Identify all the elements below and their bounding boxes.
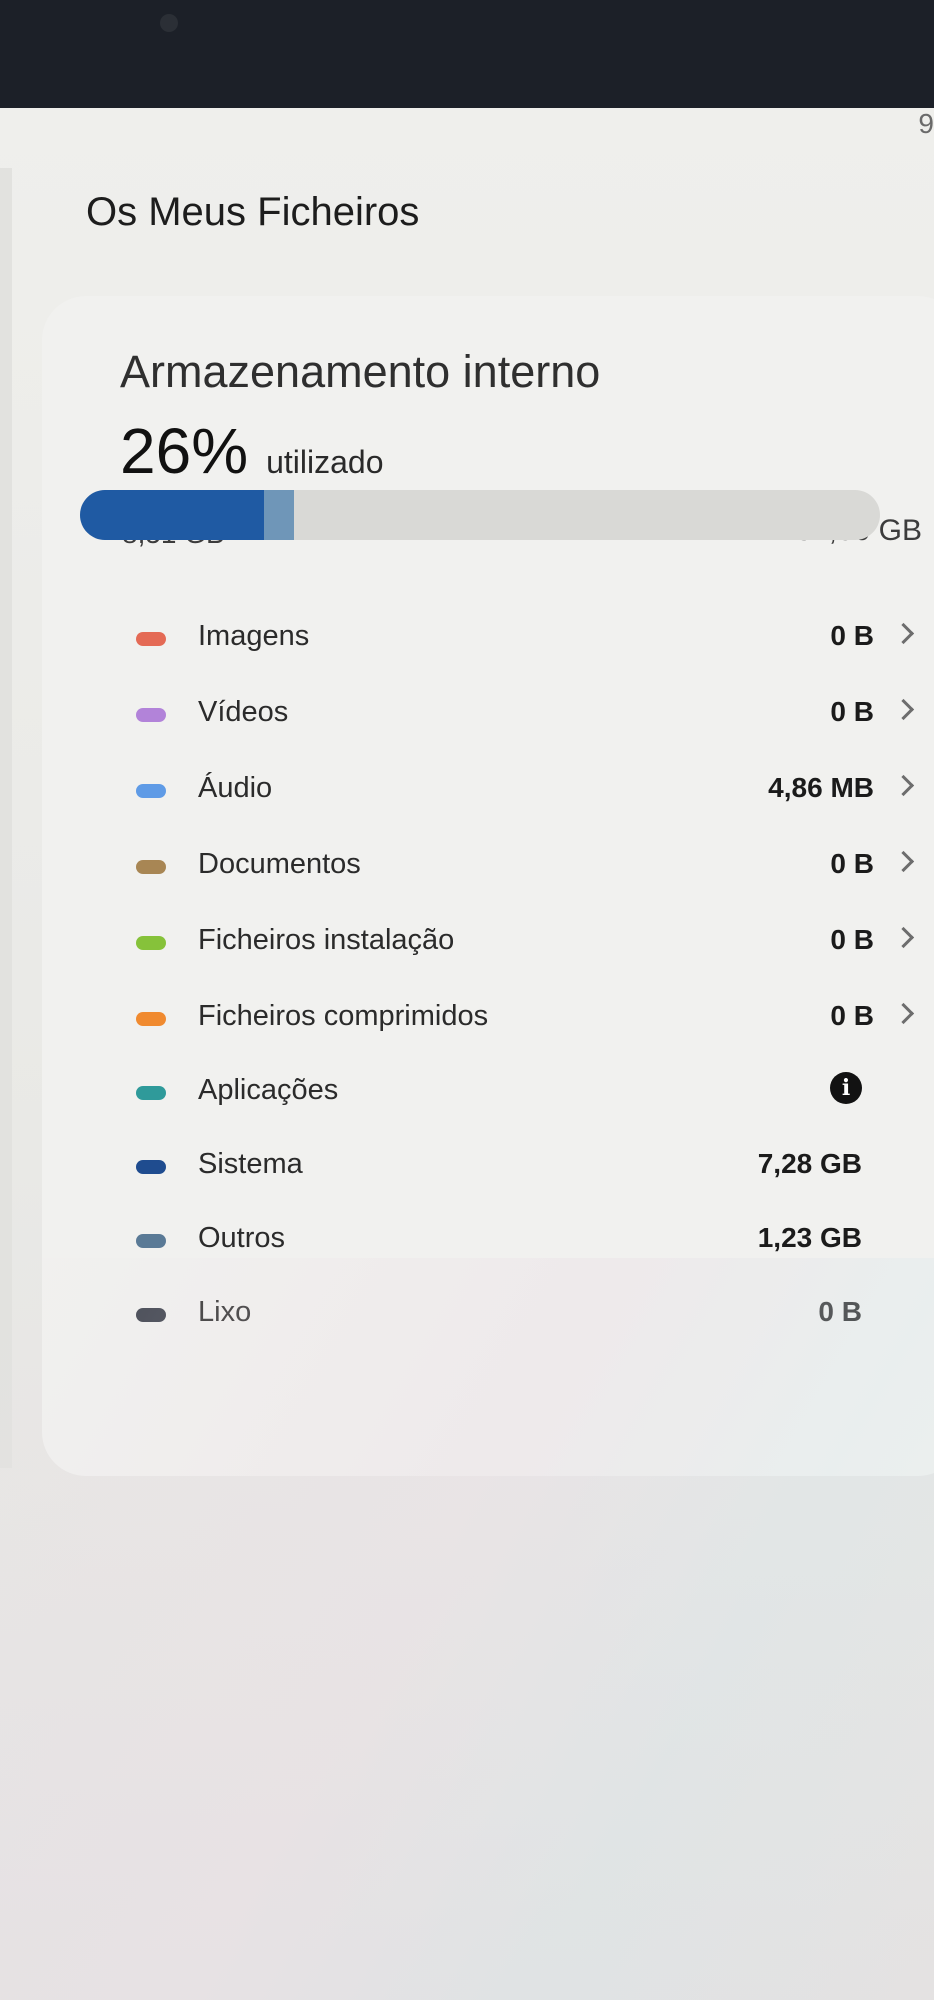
category-size: 0 B xyxy=(830,620,874,651)
category-row-outros[interactable]: Outros 1,23 GB xyxy=(0,1210,934,1270)
category-color-dot xyxy=(136,860,166,874)
category-label: Outros xyxy=(198,1222,286,1254)
storage-title: Armazenamento interno xyxy=(120,346,601,397)
category-label: Aplicações xyxy=(198,1074,339,1106)
category-color-dot xyxy=(136,708,166,722)
category-row-documentos[interactable]: Documentos 0 B xyxy=(0,836,934,896)
category-row-aplicações[interactable]: Aplicações i xyxy=(0,1062,934,1122)
page-title: Os Meus Ficheiros xyxy=(86,190,420,234)
chevron-right-icon xyxy=(892,774,915,797)
camera-dot xyxy=(160,14,178,32)
category-size: 4,86 MB xyxy=(768,772,874,803)
category-label: Áudio xyxy=(198,772,273,804)
category-row-lixo[interactable]: Lixo 0 B xyxy=(0,1284,934,1344)
usage-bar-others-segment xyxy=(264,490,294,540)
category-color-dot xyxy=(136,936,166,950)
chevron-right-icon xyxy=(892,1002,915,1025)
category-size: 1,23 GB xyxy=(757,1222,862,1253)
category-row-sistema[interactable]: Sistema 7,28 GB xyxy=(0,1136,934,1196)
category-color-dot xyxy=(136,1160,166,1174)
category-color-dot xyxy=(136,1234,166,1248)
status-time: 9 xyxy=(918,108,934,139)
category-label: Sistema xyxy=(198,1148,303,1180)
usage-bar-system-segment xyxy=(80,490,264,540)
category-label: Imagens xyxy=(198,620,310,652)
category-row-áudio[interactable]: Áudio 4,86 MB xyxy=(0,760,934,820)
category-size: 0 B xyxy=(830,848,874,879)
chevron-right-icon xyxy=(892,698,915,721)
category-color-dot xyxy=(136,784,166,798)
category-size: 0 B xyxy=(830,696,874,727)
usage-label: utilizado xyxy=(266,444,384,480)
category-row-vídeos[interactable]: Vídeos 0 B xyxy=(0,684,934,744)
chevron-right-icon xyxy=(892,850,915,873)
category-row-ficheiros-comprimidos[interactable]: Ficheiros comprimidos 0 B xyxy=(0,988,934,1048)
category-size: 0 B xyxy=(830,1000,874,1031)
info-icon[interactable]: i xyxy=(830,1072,862,1104)
category-size: 0 B xyxy=(818,1296,862,1327)
category-color-dot xyxy=(136,632,166,646)
usage-summary: 26% utilizado xyxy=(120,414,384,488)
usage-percent: 26% xyxy=(120,415,249,487)
category-size: 0 B xyxy=(830,924,874,955)
category-label: Documentos xyxy=(198,848,361,880)
category-size: 7,28 GB xyxy=(757,1148,862,1179)
category-row-ficheiros-instalação[interactable]: Ficheiros instalação 0 B xyxy=(0,912,934,972)
category-label: Ficheiros comprimidos xyxy=(198,1000,489,1032)
chevron-right-icon xyxy=(892,926,915,949)
screen: 9 Os Meus Ficheiros Armazenamento intern… xyxy=(0,108,934,2000)
category-label: Ficheiros instalação xyxy=(198,924,455,956)
category-color-dot xyxy=(136,1086,166,1100)
category-row-imagens[interactable]: Imagens 0 B xyxy=(0,608,934,668)
category-label: Vídeos xyxy=(198,696,289,728)
category-color-dot xyxy=(136,1012,166,1026)
category-label: Lixo xyxy=(198,1296,252,1328)
chevron-right-icon xyxy=(892,622,915,645)
category-color-dot xyxy=(136,1308,166,1322)
device-bezel xyxy=(0,0,934,110)
storage-usage-bar xyxy=(80,490,880,540)
